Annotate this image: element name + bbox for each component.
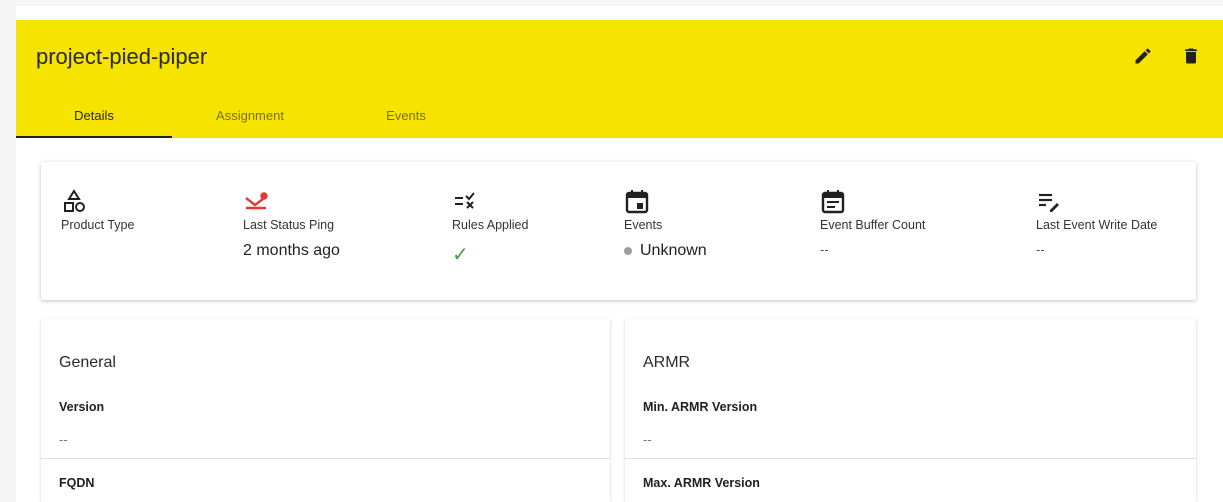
calendar-icon — [624, 188, 650, 214]
tab-details[interactable]: Details — [16, 92, 172, 138]
list-edit-icon — [1036, 188, 1062, 214]
armr-panel: ARMR Min. ARMR Version -- Max. ARMR Vers… — [625, 318, 1196, 502]
version-label: Version — [59, 400, 105, 414]
general-panel: General Version -- FQDN — [41, 318, 610, 502]
header-actions — [1131, 44, 1203, 68]
stat-label: Events — [624, 218, 663, 232]
edit-button[interactable] — [1131, 44, 1155, 68]
stat-rules-applied: Rules Applied ✓ — [452, 188, 528, 267]
stat-label: Event Buffer Count — [820, 218, 926, 232]
version-value: -- — [59, 432, 68, 447]
max-armr-version-label: Max. ARMR Version — [643, 476, 760, 490]
calendar-text-icon — [820, 188, 846, 214]
tab-events[interactable]: Events — [328, 92, 484, 138]
ping-status-icon — [243, 188, 269, 214]
divider — [625, 458, 1196, 459]
divider — [41, 458, 610, 459]
events-status-text: Unknown — [640, 242, 707, 259]
tab-assignment[interactable]: Assignment — [172, 92, 328, 138]
stat-event-buffer-count: Event Buffer Count -- — [820, 188, 925, 257]
stat-last-status-ping: Last Status Ping 2 months ago — [243, 188, 340, 260]
shapes-icon — [61, 188, 87, 214]
delete-button[interactable] — [1179, 44, 1203, 68]
trash-icon — [1185, 48, 1197, 64]
stat-label: Last Status Ping — [243, 218, 335, 232]
status-dot — [624, 247, 632, 255]
rules-applied-check: ✓ — [452, 244, 469, 266]
stat-label: Last Event Write Date — [1036, 218, 1158, 232]
page-title: project-pied-piper — [36, 44, 208, 69]
min-armr-version-value: -- — [643, 432, 652, 447]
stat-label: Product Type — [61, 218, 135, 232]
stat-events: Events Unknown — [624, 188, 707, 260]
page-header: project-pied-piper Details Assignment Ev… — [16, 20, 1223, 138]
last-status-ping-value: 2 months ago — [243, 242, 340, 259]
event-buffer-count-value: -- — [820, 242, 829, 257]
checklist-icon — [452, 188, 478, 214]
last-event-write-date-value: -- — [1036, 242, 1045, 257]
pencil-icon — [1135, 48, 1151, 64]
status-summary-card: Product Type Last Status Ping 2 months a… — [41, 162, 1196, 300]
stat-last-event-write-date: Last Event Write Date -- — [1036, 188, 1157, 257]
tab-bar: Details Assignment Events — [16, 92, 484, 138]
stat-product-type: Product Type — [61, 188, 134, 232]
events-value: Unknown — [624, 242, 707, 260]
armr-panel-title: ARMR — [643, 354, 691, 371]
general-panel-title: General — [59, 354, 116, 371]
stat-label: Rules Applied — [452, 218, 529, 232]
min-armr-version-label: Min. ARMR Version — [643, 400, 758, 414]
fqdn-label: FQDN — [59, 476, 95, 490]
